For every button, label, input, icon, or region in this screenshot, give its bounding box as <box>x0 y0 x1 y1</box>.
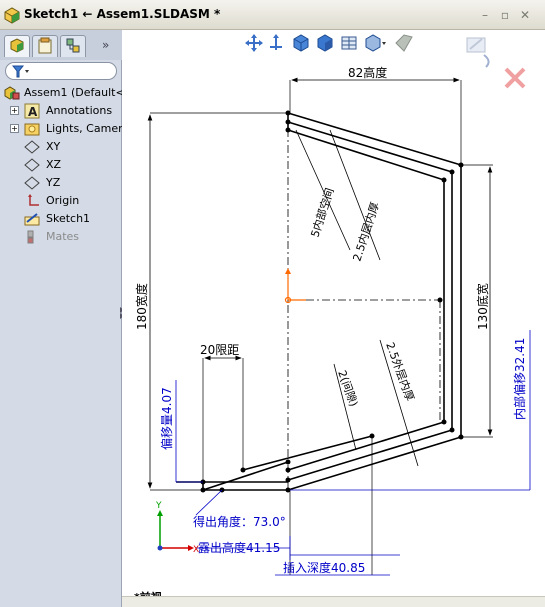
dimension-inner-offset[interactable]: 内部偏移32.41 <box>512 338 527 420</box>
tree-item-lights[interactable]: + Lights, Camera <box>10 120 122 138</box>
svg-text:A: A <box>28 105 38 119</box>
minimize-button[interactable]: – <box>478 8 492 22</box>
sketch-points <box>200 110 464 493</box>
dimension-gap[interactable]: 2(间隙) <box>335 368 361 408</box>
configuration-icon <box>66 38 80 53</box>
tree-item-xz-plane[interactable]: XZ <box>22 156 122 174</box>
sketch-profile <box>176 112 462 491</box>
dimension-inner-space[interactable]: 5内部空间 <box>308 186 337 239</box>
tree-item-label: Mates <box>46 230 80 243</box>
dimension-insert-depth[interactable]: 插入深度40.85 <box>283 560 365 575</box>
tab-configuration-manager[interactable] <box>60 35 86 57</box>
filter-box[interactable] <box>5 62 117 80</box>
mates-icon <box>27 230 34 244</box>
tree-item-label: XZ <box>46 158 62 171</box>
dimension-draft-angle[interactable]: 得出角度：73.0° <box>193 514 286 529</box>
tab-property-manager[interactable] <box>32 35 58 57</box>
property-icon <box>38 37 52 54</box>
sketch-icon <box>24 213 40 226</box>
expand-toggle[interactable]: + <box>10 124 19 133</box>
close-button[interactable]: ✕ <box>518 8 532 22</box>
plane-icon <box>24 158 40 172</box>
tree-item-label: Assem1 (Default<l <box>24 86 122 99</box>
tree-item-annotations[interactable]: + A Annotations <box>10 102 122 120</box>
plane-icon <box>24 140 40 154</box>
sketch-document-icon <box>4 7 20 24</box>
tree-item-label: Annotations <box>46 104 113 117</box>
dimension-left-width[interactable]: 180宽度 <box>134 283 149 330</box>
filter-icon <box>12 65 29 78</box>
tree-item-assembly[interactable]: Assem1 (Default<l <box>4 84 122 102</box>
dimension-limit[interactable]: 20限距 <box>200 343 239 357</box>
dimension-outer-thickness[interactable]: 2.5外层内厚 <box>383 340 417 403</box>
assembly-icon <box>4 86 20 100</box>
extension-lines <box>150 80 493 575</box>
dimension-bottom-width[interactable]: 130底宽 <box>475 283 490 330</box>
tree-item-mates[interactable]: Mates <box>22 228 122 246</box>
dimension-exposed-height[interactable]: 露出高度41.15 <box>198 540 280 555</box>
tree-item-label: YZ <box>46 176 61 189</box>
dimension-inner-thickness[interactable]: 2.5内层内厚 <box>350 200 382 263</box>
lights-icon <box>24 123 40 136</box>
tree-item-origin[interactable]: Origin <box>22 192 122 210</box>
expand-toggle[interactable]: + <box>10 106 19 115</box>
tree-item-yz-plane[interactable]: YZ <box>22 174 122 192</box>
origin-icon <box>28 194 39 206</box>
tree-item-label: XY <box>46 140 61 153</box>
svg-text:X: X <box>193 545 199 555</box>
sketch-origin-icon <box>284 268 306 304</box>
window-title: Sketch1 ← Assem1.SLDASM * <box>24 7 221 21</box>
svg-text:Y: Y <box>155 501 162 511</box>
tab-feature-manager[interactable] <box>4 35 30 57</box>
horizontal-scrollbar[interactable] <box>122 596 545 607</box>
restore-button[interactable]: ▫ <box>498 8 512 22</box>
tree-item-label: Origin <box>46 194 80 207</box>
expand-panel-icon[interactable]: » <box>102 38 109 52</box>
dimension-top-height[interactable]: 82高度 <box>348 65 387 80</box>
tree-item-label: Sketch1 <box>46 212 91 225</box>
panel-tabs: » <box>0 30 122 60</box>
title-bar: Sketch1 ← Assem1.SLDASM * – ▫ ✕ <box>0 0 545 30</box>
dimension-offset[interactable]: 偏移量4.07 <box>159 387 174 450</box>
centerlines <box>287 113 441 490</box>
plane-icon <box>24 176 40 190</box>
tree-item-xy-plane[interactable]: XY <box>22 138 122 156</box>
blue-dimension-lines <box>175 330 531 576</box>
sketch-canvas[interactable]: 82高度 180宽度 130底宽 5内部空间 2.5内层内厚 2.5外层内厚 2… <box>122 30 545 596</box>
tree-item-sketch1[interactable]: Sketch1 <box>22 210 122 228</box>
feature-manager-panel: » Assem1 (Default<l + A Annotations + Li… <box>0 30 122 607</box>
feature-tree-icon <box>10 38 24 53</box>
dimension-lines <box>147 77 493 489</box>
annotations-icon: A <box>24 103 40 119</box>
tree-item-label: Lights, Camera <box>46 122 122 135</box>
